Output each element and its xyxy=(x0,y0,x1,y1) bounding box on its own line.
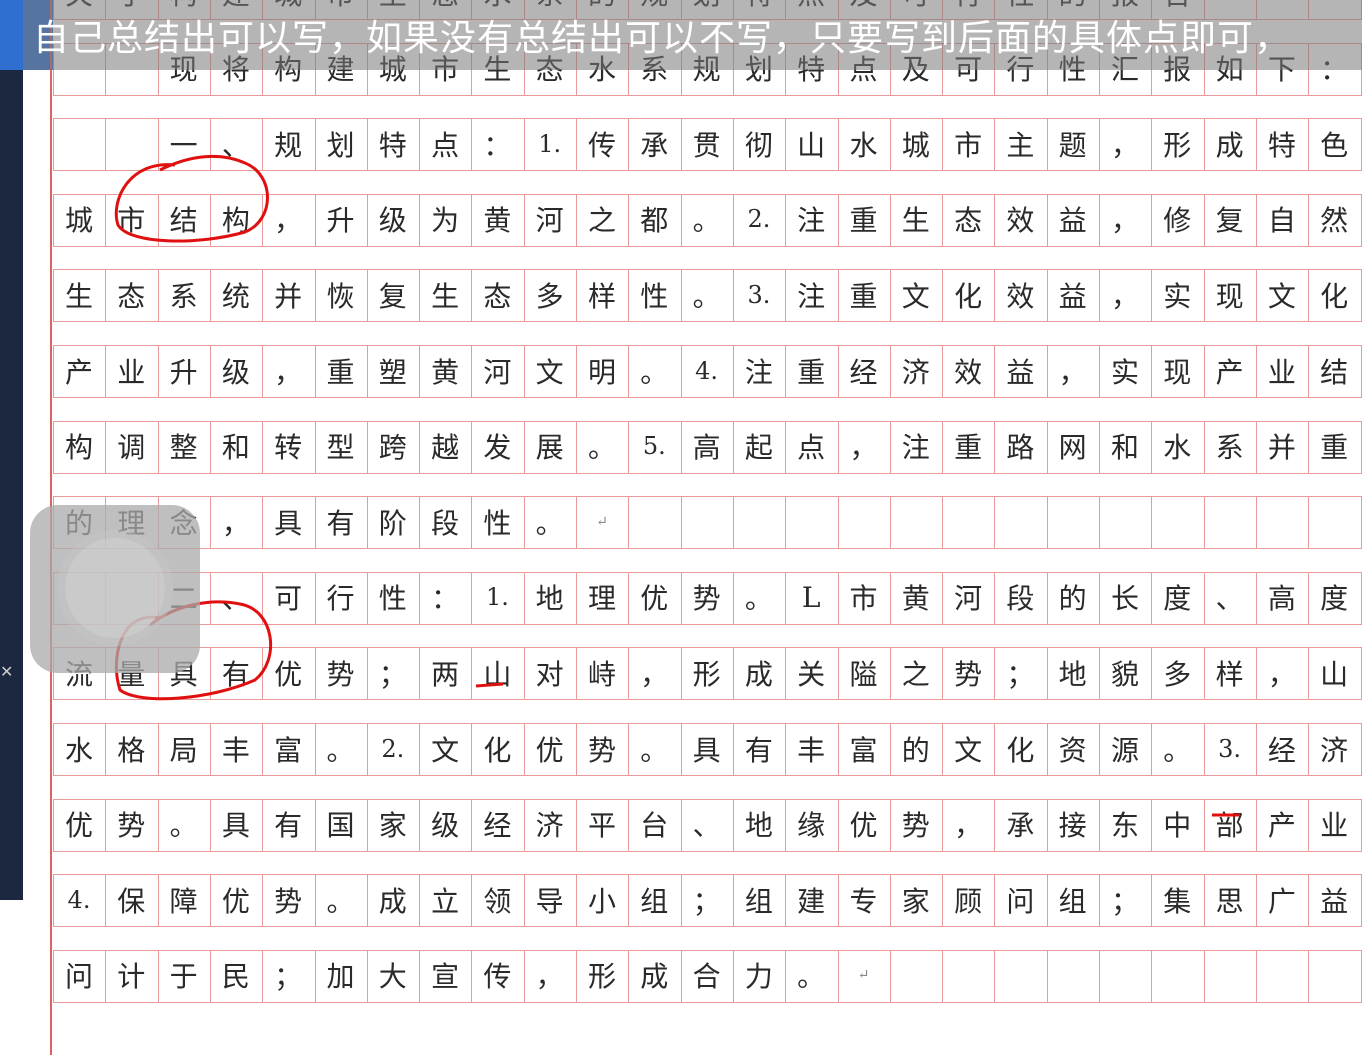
assistive-button-ring xyxy=(65,538,165,638)
underline-annotation-1 xyxy=(475,682,504,688)
circle-annotation-1 xyxy=(114,154,269,243)
video-subtitle: 自己总结出可以写，如果没有总结出可以不写，只要写到后面的具体点即可， xyxy=(23,0,1362,70)
floating-assistive-button[interactable] xyxy=(30,505,200,673)
red-annotations xyxy=(114,154,1240,817)
